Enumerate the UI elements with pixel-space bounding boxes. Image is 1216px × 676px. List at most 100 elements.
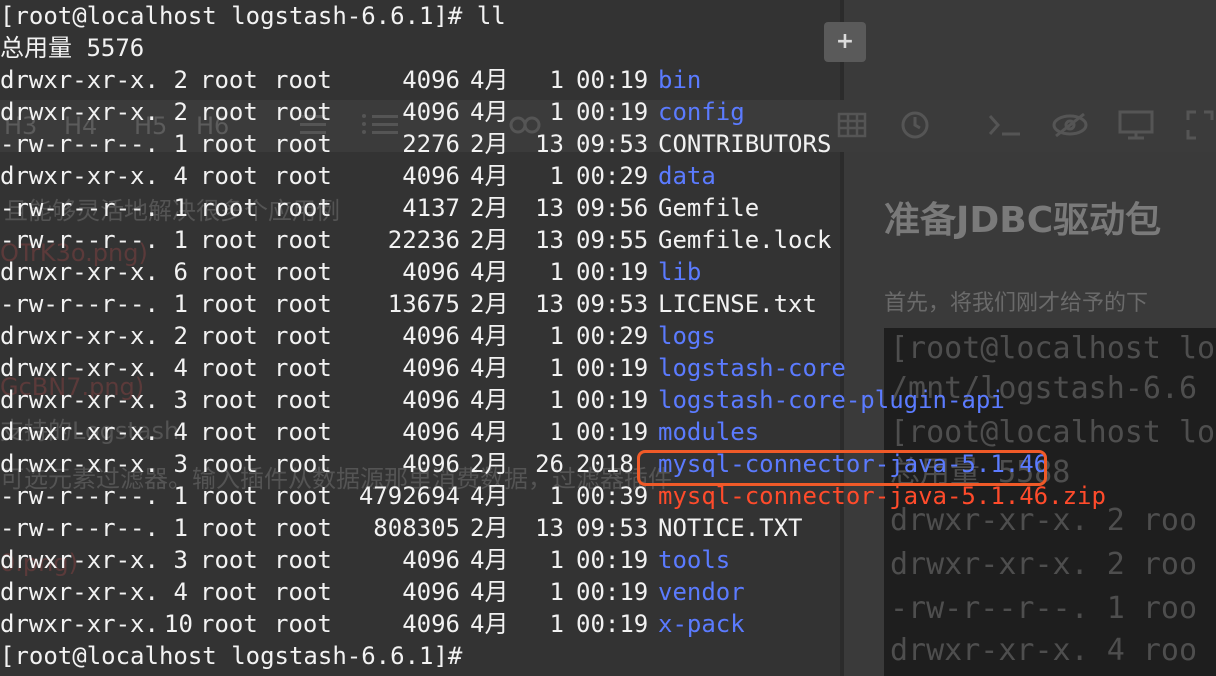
entry-size: 4792694 [358,482,460,510]
entry-name: x-pack [658,610,745,638]
listing-row: -rw-r--r--. 1 root root 2276 2月 13 09:53 CONTRIB… [0,128,831,160]
entry-group: root [274,578,332,606]
entry-day: 26 [535,450,564,478]
entry-time: 00:19 [576,98,649,126]
prompt-line[interactable]: [root@localhost logstash-6.6.1]# [0,640,462,672]
entry-time: 09:53 [576,290,649,318]
entry-owner: root [200,610,258,638]
entry-month: 4月 [470,162,509,190]
entry-name: CONTRIBUTORS [658,130,832,158]
entry-perms: drwxr-xr-x. [0,258,159,286]
entry-perms: drwxr-xr-x. [0,98,159,126]
entry-owner: root [200,386,258,414]
entry-day: 13 [535,194,564,222]
entry-name: logstash-core [658,354,846,382]
entry-month: 2月 [470,226,509,254]
entry-links: 2 [173,66,188,94]
entry-perms: drwxr-xr-x. [0,450,159,478]
entry-time: 09:56 [576,194,649,222]
listing-row: -rw-r--r--. 1 root root 13675 2月 13 09:53 LICENS… [0,288,817,320]
entry-time: 00:19 [576,578,649,606]
entry-owner: root [200,194,258,222]
entry-size: 2276 [402,130,460,158]
entry-name: bin [658,66,702,94]
entry-links: 2 [173,322,188,350]
entry-day: 1 [549,418,564,446]
entry-group: root [274,610,332,638]
entry-month: 4月 [470,66,509,94]
entry-links: 1 [173,194,188,222]
entry-name: NOTICE.TXT [658,514,803,542]
entry-perms: drwxr-xr-x. [0,418,159,446]
entry-owner: root [200,226,258,254]
entry-time: 2018 [576,450,634,478]
entry-name: config [658,98,745,126]
entry-owner: root [200,578,258,606]
entry-perms: drwxr-xr-x. [0,578,159,606]
entry-links: 10 [164,610,193,638]
entry-time: 00:29 [576,162,649,190]
listing-row: -rw-r--r--. 1 root root 808305 2月 13 09:53 NOTIC… [0,512,803,544]
entry-group: root [274,226,332,254]
entry-name: lib [658,258,702,286]
listing-row: drwxr-xr-x. 4 root root 4096 4月 1 00:29 data [0,160,716,192]
listing-row: drwxr-xr-x. 4 root root 4096 4月 1 00:19 modules [0,416,759,448]
entry-size: 4096 [402,162,460,190]
entry-time: 09:53 [576,130,649,158]
entry-owner: root [200,514,258,542]
listing-row: -rw-r--r--. 1 root root 4137 2月 13 09:56 Gemfile [0,192,759,224]
entry-perms: -rw-r--r--. [0,482,159,510]
listing-row: drwxr-xr-x. 3 root root 4096 4月 1 00:19 logstash… [0,384,1005,416]
entry-group: root [274,130,332,158]
entry-time: 00:29 [576,322,649,350]
entry-time: 00:19 [576,386,649,414]
entry-day: 1 [549,258,564,286]
entry-links: 1 [173,482,188,510]
entry-owner: root [200,66,258,94]
entry-size: 22236 [387,226,460,254]
prompt-line: [root@localhost logstash-6.6.1]# ll [0,2,506,30]
listing-row: drwxr-xr-x. 3 root root 4096 4月 1 00:19 tools [0,544,730,576]
entry-month: 4月 [470,354,509,382]
entry-group: root [274,418,332,446]
entry-day: 1 [549,162,564,190]
entry-perms: -rw-r--r--. [0,514,159,542]
entry-owner: root [200,258,258,286]
entry-month: 2月 [470,290,509,318]
entry-owner: root [200,450,258,478]
entry-group: root [274,258,332,286]
entry-time: 00:19 [576,610,649,638]
entry-perms: drwxr-xr-x. [0,162,159,190]
entry-day: 1 [549,386,564,414]
entry-time: 00:19 [576,418,649,446]
entry-owner: root [200,130,258,158]
entry-links: 4 [173,162,188,190]
entry-time: 00:39 [576,482,649,510]
listing-row: drwxr-xr-x. 2 root root 4096 4月 1 00:19 bin [0,64,701,96]
entry-name: tools [658,546,731,574]
listing-row: drwxr-xr-x. 6 root root 4096 4月 1 00:19 lib [0,256,701,288]
entry-month: 4月 [470,418,509,446]
entry-time: 00:19 [576,258,649,286]
entry-perms: -rw-r--r--. [0,194,159,222]
entry-month: 4月 [470,98,509,126]
entry-perms: -rw-r--r--. [0,130,159,158]
entry-day: 1 [549,482,564,510]
entry-owner: root [200,482,258,510]
entry-day: 1 [549,322,564,350]
entry-group: root [274,66,332,94]
entry-name: LICENSE.txt [658,290,817,318]
entry-month: 4月 [470,322,509,350]
entry-name: logstash-core-plugin-api [658,386,1005,414]
terminal-output[interactable]: [root@localhost logstash-6.6.1]# ll 总用量 … [0,0,1216,676]
entry-owner: root [200,354,258,382]
entry-month: 4月 [470,386,509,414]
entry-links: 6 [173,258,188,286]
entry-size: 4096 [402,450,460,478]
entry-links: 1 [173,290,188,318]
entry-day: 1 [549,578,564,606]
entry-links: 1 [173,226,188,254]
entry-links: 3 [173,450,188,478]
entry-month: 4月 [470,578,509,606]
entry-time: 09:53 [576,514,649,542]
